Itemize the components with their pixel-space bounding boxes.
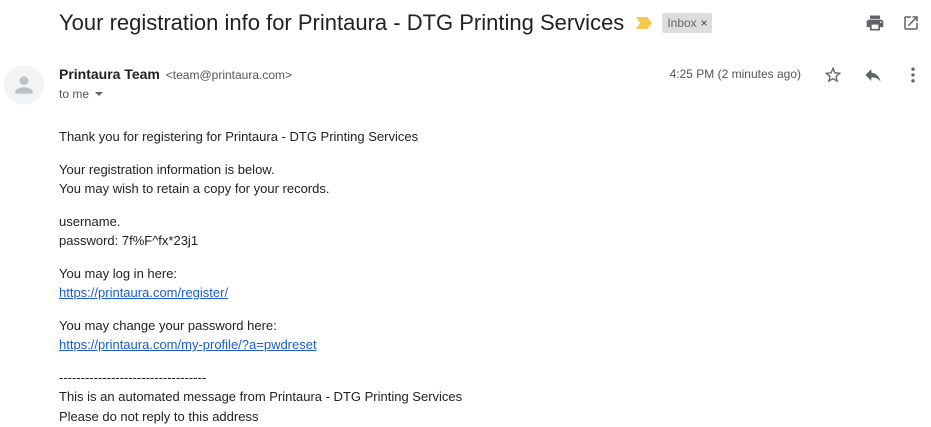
sender-line: Printaura Team <team@printaura.com> bbox=[59, 66, 292, 82]
more-options-button[interactable] bbox=[903, 65, 923, 85]
chevron-down-icon bbox=[95, 92, 104, 96]
open-in-new-window-icon bbox=[904, 16, 918, 30]
timestamp: 4:25 PM (2 minutes ago) bbox=[669, 67, 801, 81]
change-password-link[interactable]: https://printaura.com/my-profile/?a=pwdr… bbox=[59, 337, 317, 352]
greeting: Thank you for registering for Printaura … bbox=[59, 129, 419, 144]
star-icon bbox=[824, 66, 842, 83]
open-in-new-window-button[interactable] bbox=[901, 13, 921, 33]
inbox-label-text: Inbox bbox=[667, 16, 697, 30]
login-link[interactable]: https://printaura.com/register/ bbox=[59, 285, 228, 300]
star-button[interactable] bbox=[823, 65, 843, 85]
person-icon bbox=[15, 76, 33, 94]
footer-line-1: This is an automated message from Printa… bbox=[59, 389, 463, 404]
top-actions bbox=[865, 13, 921, 33]
sender-name[interactable]: Printaura Team bbox=[59, 66, 160, 82]
reply-button[interactable] bbox=[863, 65, 883, 85]
info-line-2: You may wish to retain a copy for your r… bbox=[59, 181, 330, 196]
info-line-1: Your registration information is below. bbox=[59, 161, 275, 177]
subject-row: Your registration info for Printaura - D… bbox=[59, 8, 712, 38]
print-icon bbox=[866, 15, 884, 31]
recipient-details-toggle[interactable]: to me bbox=[59, 87, 104, 101]
inbox-label: Inbox × bbox=[662, 13, 712, 33]
change-password-label: You may change your password here: bbox=[59, 317, 277, 333]
reply-icon bbox=[865, 69, 881, 82]
important-marker-icon[interactable] bbox=[636, 17, 653, 29]
sender-email: <team@printaura.com> bbox=[165, 68, 293, 82]
password-line: password: 7f%F^fx*23j1 bbox=[59, 233, 199, 248]
remove-label-button[interactable]: × bbox=[701, 16, 708, 30]
print-button[interactable] bbox=[865, 13, 885, 33]
avatar bbox=[4, 65, 44, 105]
divider: ---------------------------------- bbox=[59, 369, 207, 385]
footer-line-2: Please do not reply to this address bbox=[59, 408, 259, 424]
message-actions bbox=[823, 65, 923, 85]
username-line: username. bbox=[59, 213, 121, 229]
more-options-icon bbox=[911, 67, 915, 83]
email-subject: Your registration info for Printaura - D… bbox=[59, 10, 625, 35]
recipient-label: to me bbox=[59, 87, 90, 101]
login-label: You may log in here: bbox=[59, 265, 178, 281]
message-body: Thank you for registering for Printaura … bbox=[59, 127, 879, 426]
